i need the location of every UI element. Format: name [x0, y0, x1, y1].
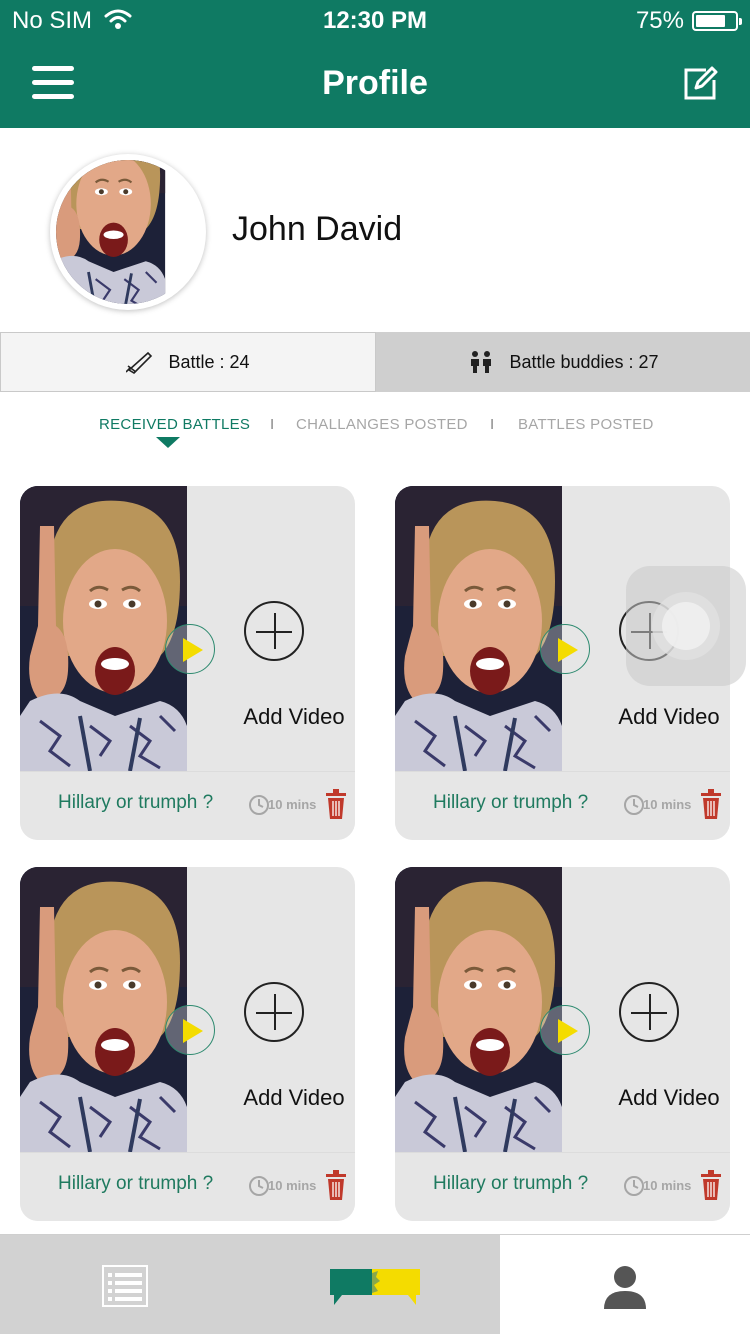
video-thumbnail[interactable] [20, 486, 187, 771]
battle-duration: 10 mins [268, 797, 317, 812]
avatar-photo [56, 160, 200, 304]
play-icon[interactable] [165, 1005, 215, 1055]
battle-card[interactable]: Add Video Hillary or trumph ? 10 mins [395, 867, 730, 1221]
battle-count-tab[interactable]: Battle : 24 [0, 332, 376, 392]
battery-icon [692, 11, 742, 31]
battle-buddies-tab[interactable]: Battle buddies : 27 [376, 332, 750, 392]
people-icon [471, 351, 492, 373]
battle-chat-icon [330, 1269, 420, 1305]
battle-title[interactable]: Hillary or trumph ? [58, 1173, 213, 1195]
video-thumbnail[interactable] [395, 867, 562, 1152]
edit-icon[interactable] [682, 66, 718, 102]
tab-feed[interactable] [0, 1235, 250, 1334]
tab-profile[interactable] [500, 1235, 750, 1334]
card-footer: Hillary or trumph ? 10 mins [20, 1152, 355, 1221]
play-icon[interactable] [540, 624, 590, 674]
battle-title[interactable]: Hillary or trumph ? [433, 792, 588, 814]
page-title: Profile [322, 64, 428, 102]
card-footer: Hillary or trumph ? 10 mins [395, 771, 730, 840]
profile-icon [604, 1266, 646, 1309]
battle-title[interactable]: Hillary or trumph ? [433, 1173, 588, 1195]
sword-icon [126, 351, 153, 374]
add-video-label[interactable]: Add Video [581, 704, 730, 730]
battery-level [696, 15, 725, 27]
trash-icon[interactable] [700, 789, 722, 819]
status-bar: No SIM 12:30 PM 75% [0, 0, 750, 40]
trash-icon[interactable] [325, 1170, 347, 1200]
profile-name: John David [232, 210, 403, 248]
play-icon[interactable] [165, 624, 215, 674]
tab-battles[interactable] [250, 1235, 500, 1334]
stats-bar: Battle : 24 Battle buddies : 27 [0, 332, 750, 392]
add-video-label[interactable]: Add Video [206, 1085, 355, 1111]
video-thumbnail[interactable] [20, 867, 187, 1152]
battle-title[interactable]: Hillary or trumph ? [58, 792, 213, 814]
trash-icon[interactable] [325, 789, 347, 819]
battle-duration: 10 mins [268, 1178, 317, 1193]
add-video-plus-icon[interactable] [244, 982, 304, 1042]
tab-separator: I [490, 416, 495, 433]
tab-battles-posted[interactable]: BATTLES POSTED [518, 416, 654, 433]
tab-challanges-posted[interactable]: CHALLANGES POSTED [296, 416, 468, 433]
battle-card[interactable]: Add Video Hillary or trumph ? 10 mins [20, 867, 355, 1221]
tab-received-battles[interactable]: RECEIVED BATTLES [99, 416, 250, 433]
segment-tabs: RECEIVED BATTLES I CHALLANGES POSTED I B… [0, 412, 750, 452]
add-video-plus-icon[interactable] [619, 982, 679, 1042]
battle-card[interactable]: Add Video Hillary or trumph ? 10 mins [20, 486, 355, 840]
video-thumbnail[interactable] [395, 486, 562, 771]
trash-icon[interactable] [700, 1170, 722, 1200]
battle-duration: 10 mins [643, 1178, 692, 1193]
list-icon [102, 1265, 148, 1307]
clock-icon [249, 795, 269, 815]
clock-icon [624, 1176, 644, 1196]
add-video-plus-icon[interactable] [244, 601, 304, 661]
card-footer: Hillary or trumph ? 10 mins [395, 1152, 730, 1221]
add-video-label[interactable]: Add Video [206, 704, 355, 730]
card-footer: Hillary or trumph ? 10 mins [20, 771, 355, 840]
battle-count-label: Battle : 24 [168, 351, 250, 372]
tab-separator: I [270, 416, 275, 433]
assistive-touch-center [662, 602, 710, 650]
battle-buddies-label: Battle buddies : 27 [509, 351, 659, 372]
top-bar: No SIM 12:30 PM 75% Profile [0, 0, 750, 128]
clock-icon [249, 1176, 269, 1196]
avatar[interactable] [50, 154, 206, 310]
active-tab-indicator [156, 437, 180, 448]
play-icon[interactable] [540, 1005, 590, 1055]
add-video-label[interactable]: Add Video [581, 1085, 730, 1111]
battle-duration: 10 mins [643, 797, 692, 812]
battery-percent: 75% [635, 7, 684, 34]
clock-icon [624, 795, 644, 815]
bottom-tab-bar [0, 1234, 750, 1334]
assistive-touch-button[interactable] [626, 566, 746, 686]
